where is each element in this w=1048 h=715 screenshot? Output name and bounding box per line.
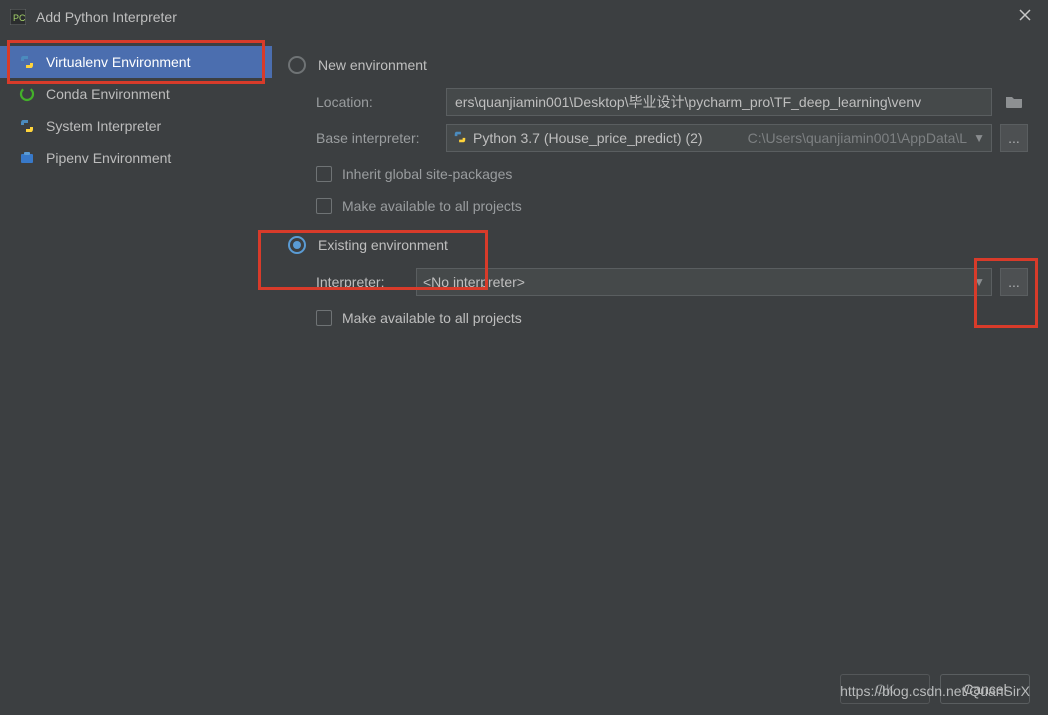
interpreter-dropdown[interactable]: <No interpreter> ▼ <box>416 268 992 296</box>
sidebar-item-label: Pipenv Environment <box>46 150 171 166</box>
sidebar-item-conda[interactable]: Conda Environment <box>0 78 272 110</box>
base-interpreter-row: Base interpreter: Python 3.7 (House_pric… <box>316 124 1028 152</box>
existing-environment-label: Existing environment <box>318 237 448 253</box>
location-row: Location: ers\quanjiamin001\Desktop\毕业设计… <box>316 88 1028 116</box>
pycharm-icon: PC <box>10 9 26 25</box>
existing-make-available-checkbox[interactable] <box>316 310 332 326</box>
sidebar-item-label: Conda Environment <box>46 86 170 102</box>
chevron-down-icon: ▼ <box>973 131 985 145</box>
svg-text:PC: PC <box>13 13 26 23</box>
browse-button[interactable]: ... <box>1000 268 1028 296</box>
new-environment-label: New environment <box>318 57 427 73</box>
window-title: Add Python Interpreter <box>36 9 177 25</box>
python-icon <box>18 118 36 134</box>
python-icon <box>453 130 467 147</box>
new-make-available-label: Make available to all projects <box>342 198 522 214</box>
new-make-available-row: Make available to all projects <box>316 192 1028 220</box>
interpreter-value: <No interpreter> <box>423 274 967 290</box>
conda-icon <box>18 86 36 102</box>
existing-make-available-row: Make available to all projects <box>316 304 1028 332</box>
cancel-button[interactable]: Cancel <box>940 674 1030 704</box>
existing-environment-radio[interactable] <box>288 236 306 254</box>
existing-make-available-label: Make available to all projects <box>342 310 522 326</box>
browse-button[interactable]: ... <box>1000 124 1028 152</box>
main-area: Virtualenv Environment Conda Environment… <box>0 34 1048 663</box>
base-interpreter-path: C:\Users\quanjiamin001\AppData\L <box>748 130 967 146</box>
sidebar-item-label: System Interpreter <box>46 118 161 134</box>
close-icon[interactable] <box>1018 8 1032 25</box>
base-interpreter-label: Base interpreter: <box>316 130 446 146</box>
new-make-available-checkbox[interactable] <box>316 198 332 214</box>
location-input[interactable]: ers\quanjiamin001\Desktop\毕业设计\pycharm_p… <box>446 88 992 116</box>
sidebar-item-system[interactable]: System Interpreter <box>0 110 272 142</box>
sidebar: Virtualenv Environment Conda Environment… <box>0 34 272 663</box>
python-icon <box>18 54 36 70</box>
titlebar: PC Add Python Interpreter <box>0 0 1048 34</box>
sidebar-item-virtualenv[interactable]: Virtualenv Environment <box>0 46 272 78</box>
new-environment-radio[interactable] <box>288 56 306 74</box>
inherit-packages-checkbox[interactable] <box>316 166 332 182</box>
sidebar-item-label: Virtualenv Environment <box>46 54 190 70</box>
existing-environment-row: Existing environment <box>288 230 1028 260</box>
inherit-packages-label: Inherit global site-packages <box>342 166 512 182</box>
interpreter-row: Interpreter: <No interpreter> ▼ ... <box>316 268 1028 296</box>
inherit-packages-row: Inherit global site-packages <box>316 160 1028 188</box>
ok-button[interactable]: OK <box>840 674 930 704</box>
base-interpreter-dropdown[interactable]: Python 3.7 (House_price_predict) (2) C:\… <box>446 124 992 152</box>
content-panel: New environment Location: ers\quanjiamin… <box>272 34 1048 663</box>
location-value: ers\quanjiamin001\Desktop\毕业设计\pycharm_p… <box>455 92 921 112</box>
chevron-down-icon: ▼ <box>973 275 985 289</box>
pipenv-icon <box>18 150 36 166</box>
new-environment-row: New environment <box>288 50 1028 80</box>
location-label: Location: <box>316 94 446 110</box>
sidebar-item-pipenv[interactable]: Pipenv Environment <box>0 142 272 174</box>
base-interpreter-value: Python 3.7 (House_price_predict) (2) <box>473 130 742 146</box>
interpreter-label: Interpreter: <box>316 274 416 290</box>
folder-icon[interactable] <box>1000 88 1028 116</box>
dialog-footer: OK Cancel <box>0 663 1048 715</box>
